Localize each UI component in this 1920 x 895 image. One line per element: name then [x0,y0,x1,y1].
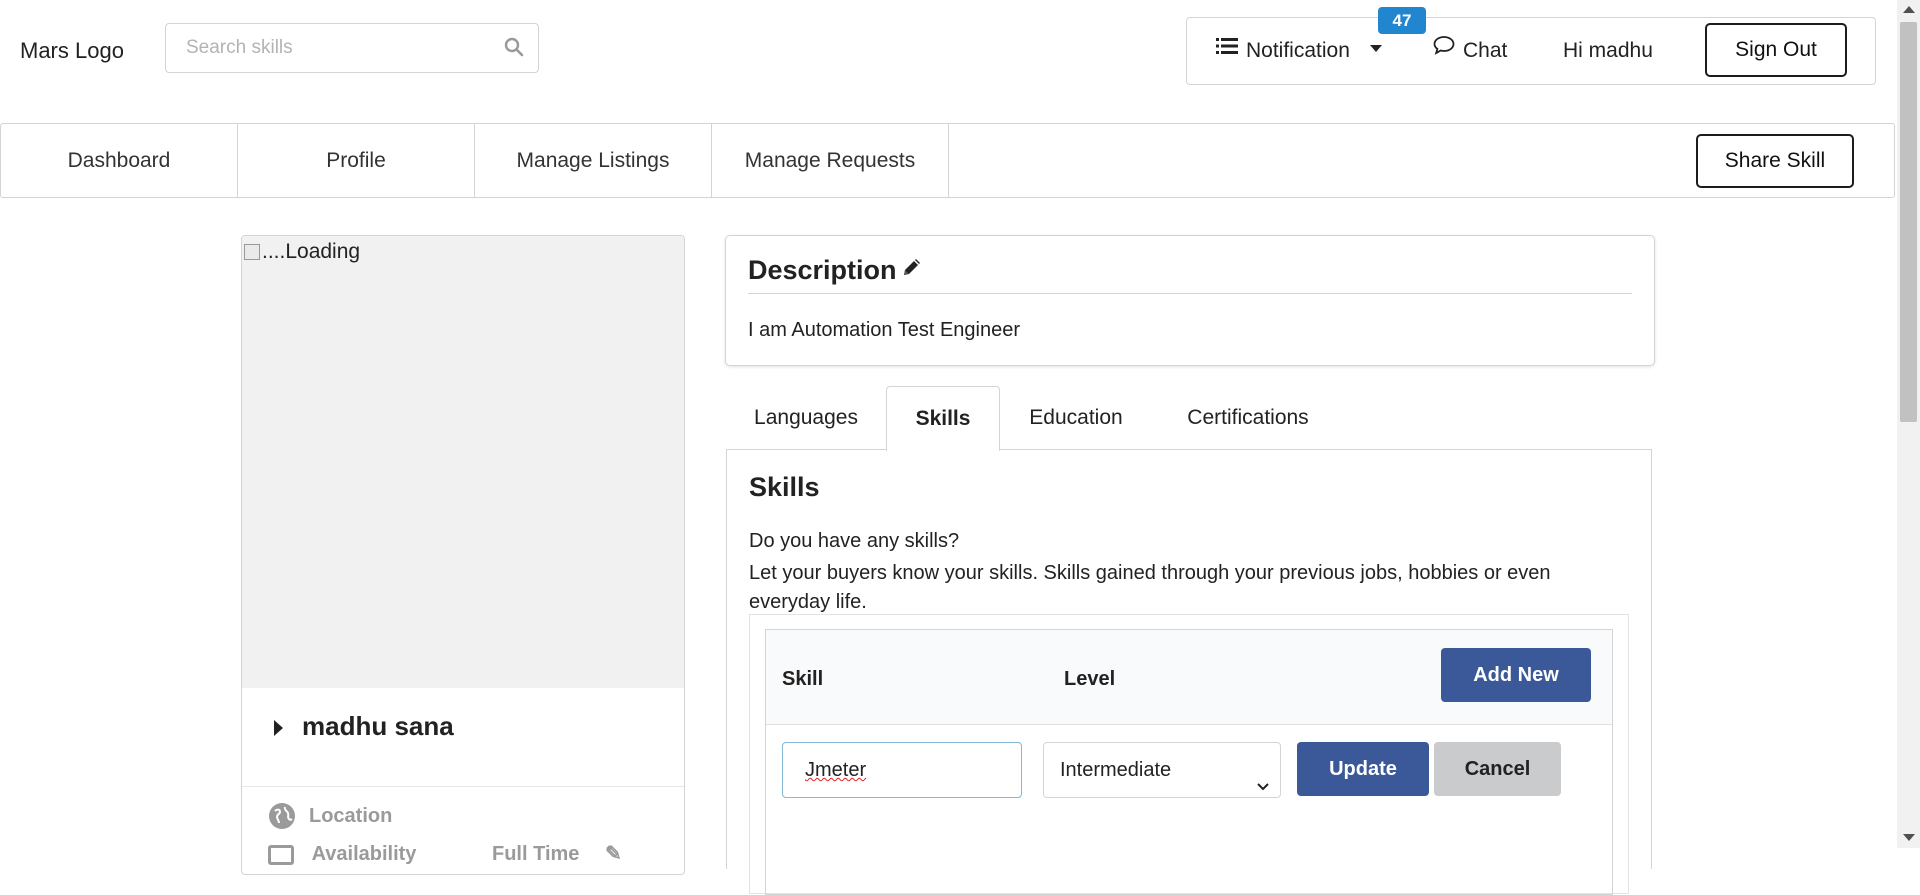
skills-help-text: Let your buyers know your skills. Skills… [749,562,1551,613]
share-skill-button[interactable]: Share Skill [1696,134,1854,188]
caret-down-icon [1369,44,1382,52]
skills-question: Do you have any skills? [749,530,960,552]
tab-languages[interactable]: Languages [746,386,866,450]
caret-right-icon[interactable] [274,720,283,736]
skill-name-input[interactable]: Jmeter [782,742,1022,798]
broken-image-icon [244,244,260,261]
main-nav: Dashboard Profile Manage Listings Manage… [0,123,1895,198]
description-card: Description I am Automation Test Enginee… [725,235,1655,366]
chat-label: Chat [1463,39,1508,62]
nav-manage-requests[interactable]: Manage Requests [712,124,949,197]
tab-certifications[interactable]: Certifications [1170,386,1326,450]
chat-icon [1433,16,1455,82]
divider [242,786,684,787]
profile-card: ....Loading madhu sana Location Availabi… [241,235,685,875]
skills-table: Skill Level Add New Jmeter Intermediate … [765,629,1613,895]
profile-name[interactable]: madhu sana [302,711,454,742]
profile-photo-alt: ....Loading [244,240,360,264]
cancel-skill-button[interactable]: Cancel [1434,742,1561,796]
nav-dashboard[interactable]: Dashboard [1,124,238,197]
nav-profile[interactable]: Profile [238,124,475,197]
scrollbar-thumb[interactable] [1900,22,1917,422]
notification-count-badge: 47 [1378,7,1426,34]
site-logo[interactable]: Mars Logo [20,38,124,64]
user-greeting: Hi madhu [1563,39,1653,62]
description-divider [748,293,1632,294]
profile-photo[interactable]: ....Loading [242,236,684,688]
scroll-up-arrow-icon[interactable] [1903,6,1915,13]
skills-table-header: Skill Level Add New [766,630,1612,725]
column-header-level: Level [1064,668,1116,690]
skills-table-container: Skill Level Add New Jmeter Intermediate … [749,614,1629,895]
column-header-skill: Skill [782,668,824,690]
pencil-icon[interactable]: ✎ [605,843,622,865]
chat-link[interactable]: Chat [1433,18,1507,84]
skill-level-select[interactable]: Intermediate [1043,742,1281,798]
location-label[interactable]: Location [309,805,392,828]
nav-manage-listings[interactable]: Manage Listings [475,124,712,197]
scroll-down-arrow-icon[interactable] [1903,834,1915,841]
chevron-down-icon [1256,761,1270,815]
description-text: I am Automation Test Engineer [748,319,1021,341]
notification-dropdown[interactable]: Notification [1216,18,1382,84]
skills-panel: Skills Do you have any skills? Let your … [726,449,1652,895]
notification-label: Notification [1246,39,1350,62]
skills-heading: Skills [749,472,820,502]
availability-label: Availability [311,843,417,865]
sign-out-button[interactable]: Sign Out [1705,23,1847,77]
search-box [165,23,539,73]
globe-icon [268,802,296,835]
availability-value[interactable]: Full Time [492,843,579,865]
tab-skills[interactable]: Skills [886,386,1000,451]
tab-education[interactable]: Education [1018,386,1134,450]
availability-row: Availability Full Time ✎ [268,841,622,866]
add-new-skill-button[interactable]: Add New [1441,648,1591,702]
search-icon[interactable] [504,37,524,62]
edit-pencil-icon[interactable] [901,254,923,285]
update-skill-button[interactable]: Update [1297,742,1429,796]
list-icon [1216,16,1238,82]
search-input[interactable] [166,24,496,72]
description-heading: Description [748,255,923,286]
